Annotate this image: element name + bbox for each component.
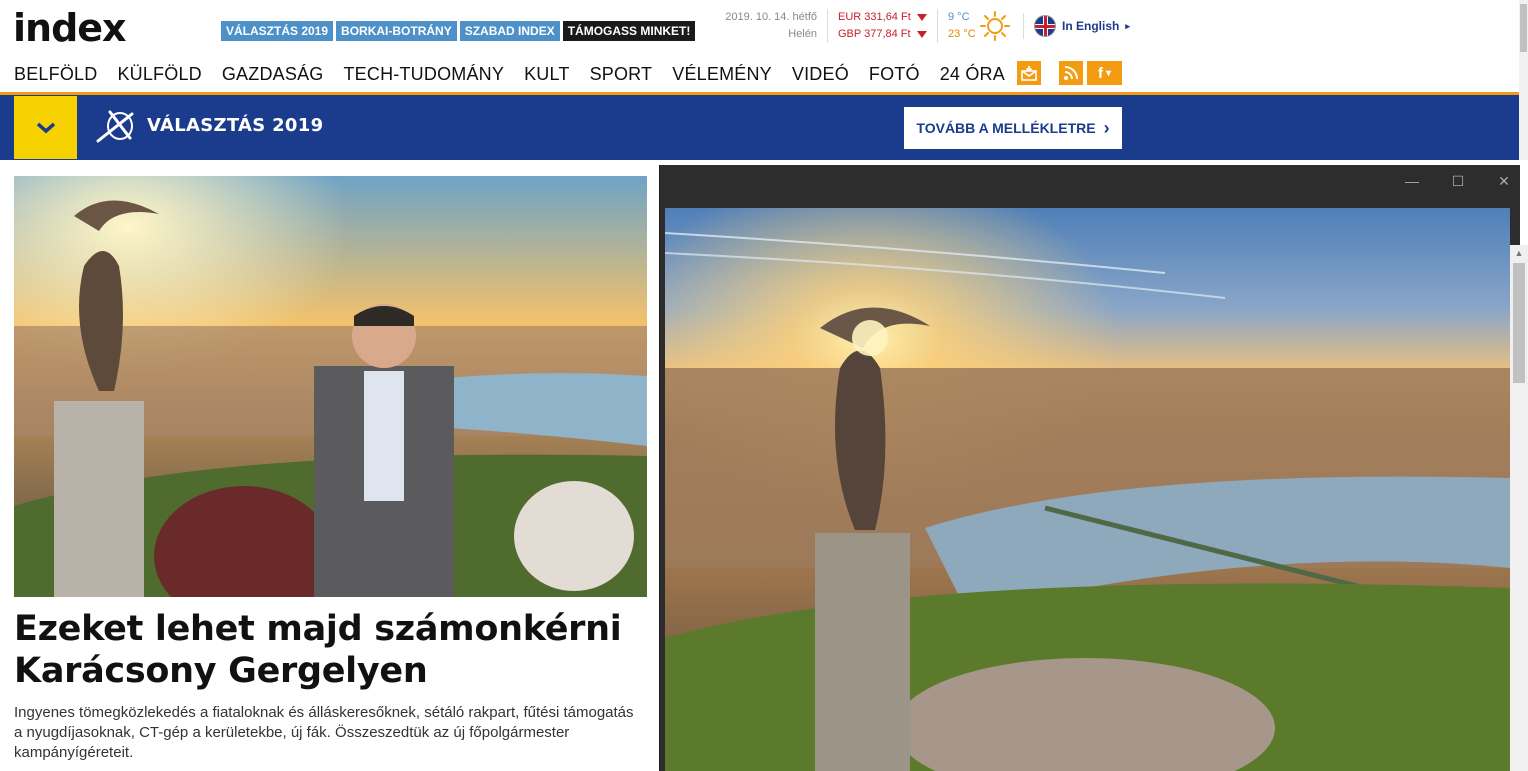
ballot-cross-icon xyxy=(96,110,134,143)
go-to-supplement-label: TOVÁBB A MELLÉKLETRE xyxy=(916,120,1096,136)
nav-gazdasag[interactable]: GAZDASÁG xyxy=(222,60,324,88)
viewer-photo[interactable] xyxy=(665,208,1510,771)
election-banner: VÁLASZTÁS 2019 TOVÁBB A MELLÉKLETRE › xyxy=(0,95,1519,160)
english-link[interactable]: In English ▸ xyxy=(1023,13,1130,39)
minimize-icon[interactable]: — xyxy=(1400,171,1424,191)
expand-button[interactable] xyxy=(14,96,77,159)
page-scrollbar[interactable] xyxy=(1519,0,1528,160)
nav-kult[interactable]: KULT xyxy=(524,60,569,88)
eur-rate: EUR 331,64 Ft xyxy=(838,11,911,23)
chevron-right-icon: › xyxy=(1103,117,1110,138)
article-lead: Ingyenes tömegközlekedés a fiataloknak é… xyxy=(14,704,634,761)
caret-down-icon: ▾ xyxy=(1105,67,1112,79)
index-logo[interactable]: index xyxy=(13,8,127,48)
viewer-scrollbar[interactable]: ▲ xyxy=(1510,245,1528,771)
main-nav: BELFÖLD KÜLFÖLD GAZDASÁG TECH-TUDOMÁNY K… xyxy=(14,60,1025,88)
chevron-right-icon: ▸ xyxy=(1125,20,1130,31)
nav-kulfold[interactable]: KÜLFÖLD xyxy=(117,60,201,88)
nav-24-ora[interactable]: 24 ÓRA xyxy=(940,60,1005,88)
sun-icon xyxy=(980,11,1010,41)
rss-button[interactable] xyxy=(1059,61,1083,85)
date-text: 2019. 10. 14. hétfő xyxy=(725,11,817,23)
nameday-text: Helén xyxy=(788,28,817,40)
banner-title[interactable]: VÁLASZTÁS 2019 xyxy=(147,115,323,136)
nav-velemeny[interactable]: VÉLEMÉNY xyxy=(672,60,772,88)
go-to-supplement-button[interactable]: TOVÁBB A MELLÉKLETRE › xyxy=(904,107,1122,149)
weather-temps[interactable]: 9 °C 23 °C xyxy=(937,9,976,43)
maximize-icon[interactable]: ☐ xyxy=(1446,171,1470,191)
mail-icon xyxy=(1017,61,1041,85)
viewer-titlebar[interactable]: — ☐ ✕ xyxy=(660,165,1520,198)
tag-valasztas[interactable]: VÁLASZTÁS 2019 xyxy=(221,21,334,41)
temp-high: 23 °C xyxy=(948,28,976,40)
gbp-rate: GBP 377,84 Ft xyxy=(838,28,911,40)
temp-low: 9 °C xyxy=(948,11,970,23)
rss-icon xyxy=(1059,61,1083,85)
nav-foto[interactable]: FOTÓ xyxy=(869,60,920,88)
tag-borkai[interactable]: BORKAI-BOTRÁNY xyxy=(336,21,457,41)
nav-video[interactable]: VIDEÓ xyxy=(792,60,849,88)
tag-support[interactable]: TÁMOGASS MINKET! xyxy=(562,21,696,41)
exchange-rates[interactable]: EUR 331,64 Ft GBP 377,84 Ft xyxy=(827,9,927,43)
down-arrow-icon xyxy=(916,13,927,21)
facebook-button[interactable]: f ▾ xyxy=(1087,61,1122,85)
nav-sport[interactable]: SPORT xyxy=(590,60,653,88)
scroll-up-icon[interactable]: ▲ xyxy=(1510,245,1528,261)
image-viewer-window: — ☐ ✕ xyxy=(659,165,1520,771)
down-arrow-icon xyxy=(916,30,927,38)
facebook-icon: f ▾ xyxy=(1087,61,1122,85)
newsletter-button[interactable] xyxy=(1017,61,1041,85)
tag-szabad-index[interactable]: SZABAD INDEX xyxy=(459,21,560,41)
nav-belfold[interactable]: BELFÖLD xyxy=(14,60,97,88)
uk-flag-icon xyxy=(1034,15,1056,37)
viewer-scroll-thumb[interactable] xyxy=(1513,263,1525,383)
page-scroll-thumb[interactable] xyxy=(1520,4,1527,52)
chevron-down-icon xyxy=(36,122,55,133)
article-hero-image[interactable] xyxy=(14,176,647,597)
topic-tags: VÁLASZTÁS 2019 BORKAI-BOTRÁNY SZABAD IND… xyxy=(221,21,696,41)
close-icon[interactable]: ✕ xyxy=(1492,171,1516,191)
nav-tech-tudomany[interactable]: TECH-TUDOMÁNY xyxy=(343,60,504,88)
date-block: 2019. 10. 14. hétfő Helén xyxy=(700,9,817,43)
english-label: In English xyxy=(1062,19,1120,33)
article-headline[interactable]: Ezeket lehet majd számonkérni Karácsony … xyxy=(14,608,644,692)
